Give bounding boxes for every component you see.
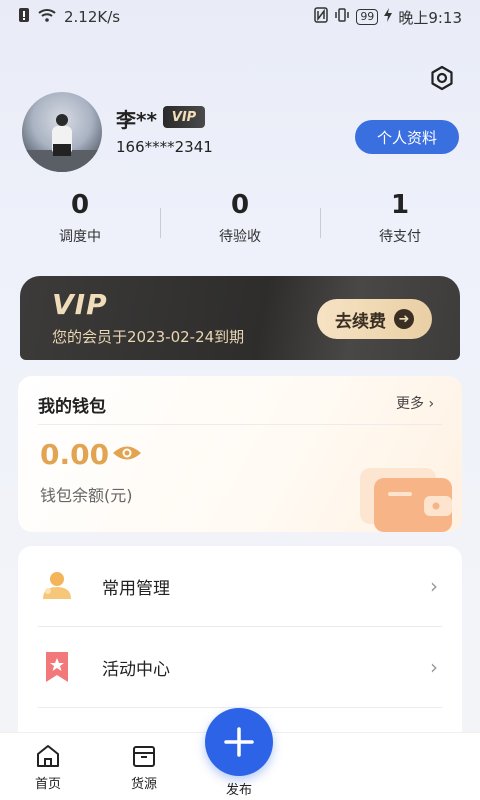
renew-button[interactable]: 去续费 ➜ [317, 299, 432, 339]
nfc-icon [314, 7, 329, 27]
menu-label: 活动中心 [102, 659, 170, 680]
stat-pending-acceptance[interactable]: 0 待验收 [160, 190, 320, 260]
publish-label: 发布 [225, 783, 252, 798]
stat-label: 待支付 [379, 229, 421, 245]
menu-label: 常用管理 [102, 578, 170, 599]
stat-pending-payment[interactable]: 1 待支付 [320, 190, 480, 260]
stat-divider [160, 208, 161, 238]
settings-button[interactable] [428, 64, 456, 92]
vip-card: VIP 您的会员于2023-02-24到期 去续费 ➜ [20, 276, 460, 360]
alert-icon [18, 7, 30, 27]
menu-item-common-management[interactable]: 常用管理 › [38, 546, 442, 626]
star-bookmark-icon [46, 652, 68, 682]
chevron-right-icon: › [430, 574, 438, 598]
user-name: 李** [116, 108, 157, 132]
wallet-illustration-icon [360, 468, 452, 532]
chevron-right-icon: › [428, 396, 435, 412]
wallet-title: 我的钱包 [38, 397, 106, 417]
vibrate-icon [334, 7, 350, 27]
battery-indicator: 99 [356, 9, 379, 25]
stat-value: 1 [390, 190, 410, 220]
stat-divider [320, 208, 321, 238]
user-phone: 166****2341 [116, 138, 213, 156]
stat-label: 待验收 [219, 229, 261, 245]
plus-icon [224, 727, 254, 757]
wallet-balance-label: 钱包余额(元) [40, 486, 133, 505]
vip-expire-text: 您的会员于2023-02-24到期 [52, 328, 245, 346]
wallet-balance: 0.00 [40, 438, 110, 471]
stat-label: 调度中 [59, 229, 101, 245]
stat-value: 0 [70, 190, 90, 220]
wallet-card: 我的钱包 更多 › 0.00 钱包余额(元) [18, 376, 462, 532]
eye-icon[interactable] [112, 444, 142, 462]
wallet-more-link[interactable]: 更多 › [396, 393, 434, 413]
network-speed: 2.12K/s [64, 8, 121, 26]
order-stats: 0 调度中 0 待验收 1 待支付 [0, 190, 480, 260]
publish-button[interactable] [205, 708, 273, 776]
nav-home[interactable]: 首页 [18, 743, 78, 792]
cargo-box-icon [133, 746, 155, 767]
gear-icon [431, 65, 453, 91]
profile-section: 李** VIP 166****2341 个人资料 [22, 92, 462, 172]
wallet-more-label: 更多 [396, 396, 424, 412]
vip-logo: VIP [52, 288, 108, 321]
arrow-right-icon: ➜ [394, 309, 414, 329]
wifi-icon [38, 8, 56, 26]
menu-item-activity-center[interactable]: 活动中心 › [38, 627, 442, 707]
chevron-right-icon: › [430, 655, 438, 679]
status-left: 2.12K/s [18, 7, 120, 27]
nav-label: 货源 [130, 777, 157, 792]
charging-icon [384, 8, 393, 26]
avatar[interactable] [22, 92, 102, 172]
divider [38, 424, 442, 425]
stat-value: 0 [230, 190, 250, 220]
nav-cargo[interactable]: 货源 [114, 743, 174, 792]
profile-button[interactable]: 个人资料 [355, 120, 459, 154]
stat-dispatching[interactable]: 0 调度中 [0, 190, 160, 260]
user-group-icon [43, 572, 71, 599]
status-right: 99 晚上9:13 [314, 7, 462, 28]
renew-label: 去续费 [335, 311, 386, 332]
status-bar: 2.12K/s 99 晚上9:13 [0, 0, 480, 34]
home-icon [37, 745, 59, 767]
clock-time: 晚上9:13 [398, 8, 462, 27]
nav-label: 首页 [34, 777, 61, 792]
vip-badge: VIP [163, 106, 205, 128]
